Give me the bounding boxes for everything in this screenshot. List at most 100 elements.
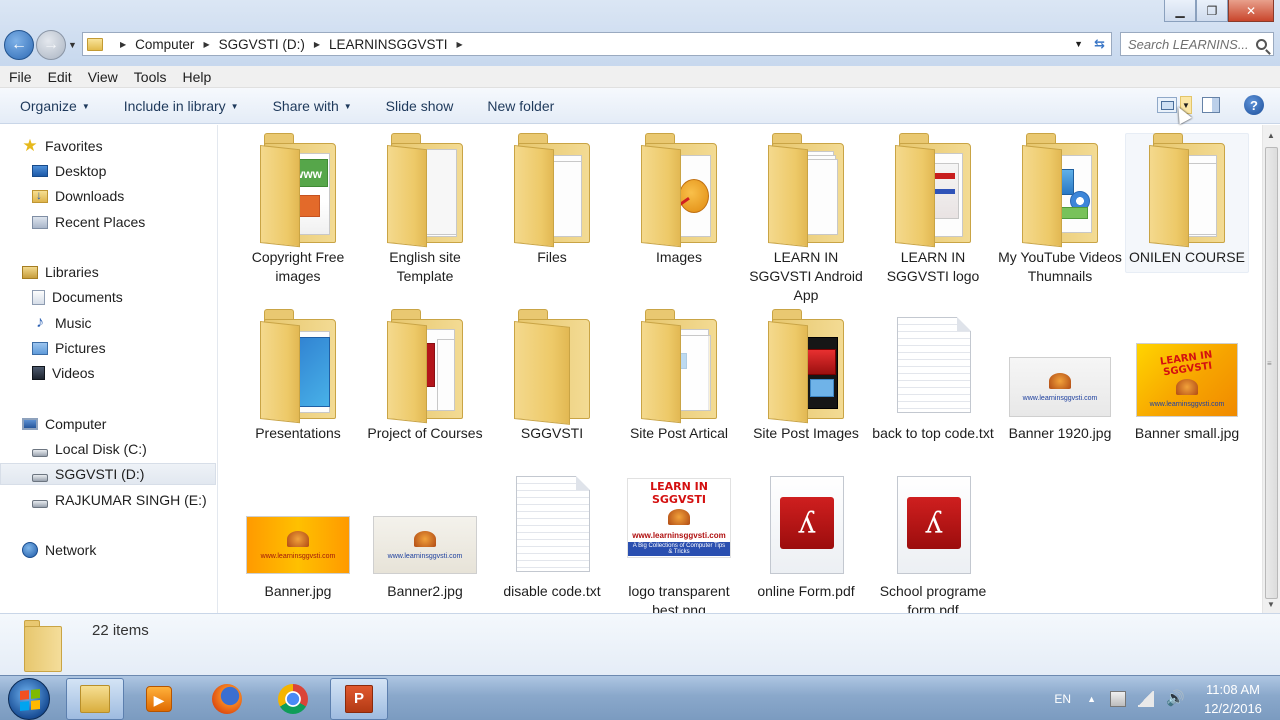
- search-input[interactable]: [1128, 36, 1252, 52]
- system-tray: EN ▲ 🔊 11:08 AM 12/2/2016: [1054, 676, 1280, 720]
- show-hidden-icons-icon[interactable]: ▲: [1087, 694, 1096, 704]
- taskbar-explorer[interactable]: [66, 678, 124, 720]
- nav-libraries[interactable]: Libraries: [22, 261, 99, 283]
- search-box[interactable]: [1120, 32, 1274, 56]
- close-button[interactable]: ✕: [1228, 0, 1274, 22]
- menu-file[interactable]: File: [9, 69, 32, 85]
- chevron-right-icon[interactable]: ▶: [203, 40, 209, 49]
- forward-button[interactable]: →: [36, 30, 66, 60]
- chevron-right-icon[interactable]: ▶: [314, 40, 320, 49]
- folder-icon: [87, 37, 103, 51]
- address-bar[interactable]: ▶ Computer ▶ SGGVSTI (D:) ▶ LEARNINSGGVS…: [82, 32, 1112, 56]
- nav-sggvsti-d[interactable]: SGGVSTI (D:): [0, 463, 216, 485]
- chrome-icon: [278, 684, 308, 714]
- folder-icon: www: [258, 133, 338, 248]
- videos-icon: [32, 366, 45, 380]
- arrow-left-icon: ←: [11, 36, 27, 53]
- nav-favorites[interactable]: ★ Favorites: [22, 135, 102, 157]
- back-button[interactable]: ←: [4, 30, 34, 60]
- folder-icon: [385, 309, 465, 424]
- network-icon: [22, 542, 38, 558]
- taskbar: ▶ P EN ▲ 🔊 11:08 AM 12/2/2016: [0, 675, 1280, 720]
- taskbar-media-player[interactable]: ▶: [130, 678, 188, 720]
- breadcrumb-computer[interactable]: Computer: [135, 37, 194, 52]
- maximize-button[interactable]: ❐: [1196, 0, 1228, 22]
- organize-button[interactable]: Organize ▼: [20, 98, 90, 114]
- nav-pictures[interactable]: Pictures: [32, 337, 106, 359]
- breadcrumb-drive[interactable]: SGGVSTI (D:): [219, 37, 305, 52]
- scroll-up-icon[interactable]: ▲: [1267, 131, 1275, 140]
- details-pane: 22 items: [0, 613, 1280, 675]
- nav-documents[interactable]: Documents: [32, 286, 123, 308]
- nav-local-disk-c[interactable]: Local Disk (C:): [32, 438, 147, 460]
- clock[interactable]: 11:08 AM 12/2/2016: [1194, 680, 1272, 718]
- share-with-button[interactable]: Share with ▼: [273, 98, 352, 114]
- include-in-library-button[interactable]: Include in library ▼: [124, 98, 239, 114]
- nav-recent-places[interactable]: Recent Places: [32, 211, 145, 233]
- chevron-right-icon[interactable]: ▶: [457, 40, 463, 49]
- preview-pane-icon[interactable]: [1200, 95, 1222, 115]
- nav-computer[interactable]: Computer: [22, 413, 106, 435]
- scroll-grip-icon: ≡: [1267, 359, 1272, 368]
- start-button[interactable]: [8, 678, 50, 720]
- taskbar-powerpoint[interactable]: P: [330, 678, 388, 720]
- refresh-icon[interactable]: ⇆: [1094, 36, 1105, 52]
- computer-icon: [22, 418, 38, 430]
- powerpoint-icon: P: [345, 685, 373, 713]
- pdf-file-icon: ʎ: [897, 476, 971, 574]
- minimize-button[interactable]: ▁: [1164, 0, 1196, 22]
- network-signal-icon[interactable]: [1138, 690, 1154, 707]
- drive-icon: [32, 500, 48, 508]
- pictures-icon: [32, 341, 48, 355]
- folder-icon: [385, 133, 465, 248]
- drive-icon: [32, 449, 48, 457]
- recent-pages-dropdown[interactable]: ▼: [68, 40, 77, 50]
- folder-icon: [639, 133, 719, 248]
- taskbar-firefox[interactable]: [198, 678, 256, 720]
- breadcrumb-folder[interactable]: LEARNINSGGVSTI: [329, 37, 448, 52]
- text-file-icon: [897, 317, 971, 413]
- music-icon: ♪: [36, 314, 44, 331]
- scroll-down-icon[interactable]: ▼: [1267, 600, 1275, 609]
- folder-icon: [1147, 133, 1227, 248]
- help-icon[interactable]: ?: [1244, 95, 1264, 115]
- nav-videos[interactable]: Videos: [32, 362, 95, 384]
- taskbar-chrome[interactable]: [264, 678, 322, 720]
- menu-view[interactable]: View: [88, 69, 118, 85]
- image-thumbnail: www.learninsggvsti.com: [246, 516, 350, 574]
- action-center-icon[interactable]: [1110, 690, 1126, 707]
- window-controls: ▁ ❐ ✕: [1164, 0, 1274, 22]
- nav-music[interactable]: ♪ Music: [32, 312, 92, 334]
- folder-icon: [766, 309, 846, 424]
- image-thumbnail: www.learninsggvsti.com: [1009, 357, 1111, 417]
- language-indicator[interactable]: EN: [1054, 692, 1071, 706]
- scrollbar-thumb[interactable]: [1265, 147, 1278, 599]
- recent-places-icon: [32, 215, 48, 229]
- nav-desktop[interactable]: Desktop: [32, 160, 106, 182]
- address-dropdown-icon[interactable]: ▼: [1074, 39, 1083, 49]
- menu-edit[interactable]: Edit: [48, 69, 72, 85]
- image-thumbnail: LEARN IN SGGVSTI www.learninsggvsti.com …: [627, 478, 731, 558]
- downloads-icon: [32, 188, 48, 203]
- slide-show-button[interactable]: Slide show: [386, 98, 454, 114]
- menu-tools[interactable]: Tools: [134, 69, 167, 85]
- vertical-scrollbar[interactable]: ▲ ≡ ▼: [1262, 125, 1280, 613]
- search-icon[interactable]: [1256, 38, 1267, 50]
- pdf-file-icon: ʎ: [770, 476, 844, 574]
- arrow-right-icon: →: [43, 36, 59, 53]
- dropdown-arrow-icon: ▼: [230, 101, 239, 111]
- media-player-icon: ▶: [146, 686, 172, 712]
- dropdown-arrow-icon: ▼: [81, 101, 90, 111]
- view-controls: ▼ ?: [1149, 95, 1264, 115]
- folder-icon: [893, 133, 973, 248]
- nav-network[interactable]: Network: [22, 539, 96, 561]
- volume-icon[interactable]: 🔊: [1166, 690, 1185, 707]
- desktop-icon: [32, 165, 48, 177]
- text-file-icon: [516, 476, 590, 572]
- menu-help[interactable]: Help: [182, 69, 211, 85]
- nav-rajkumar-e[interactable]: RAJKUMAR SINGH (E:): [32, 489, 207, 511]
- chevron-right-icon[interactable]: ▶: [120, 40, 126, 49]
- drive-icon: [32, 474, 48, 482]
- new-folder-button[interactable]: New folder: [487, 98, 554, 114]
- nav-downloads[interactable]: Downloads: [32, 185, 124, 207]
